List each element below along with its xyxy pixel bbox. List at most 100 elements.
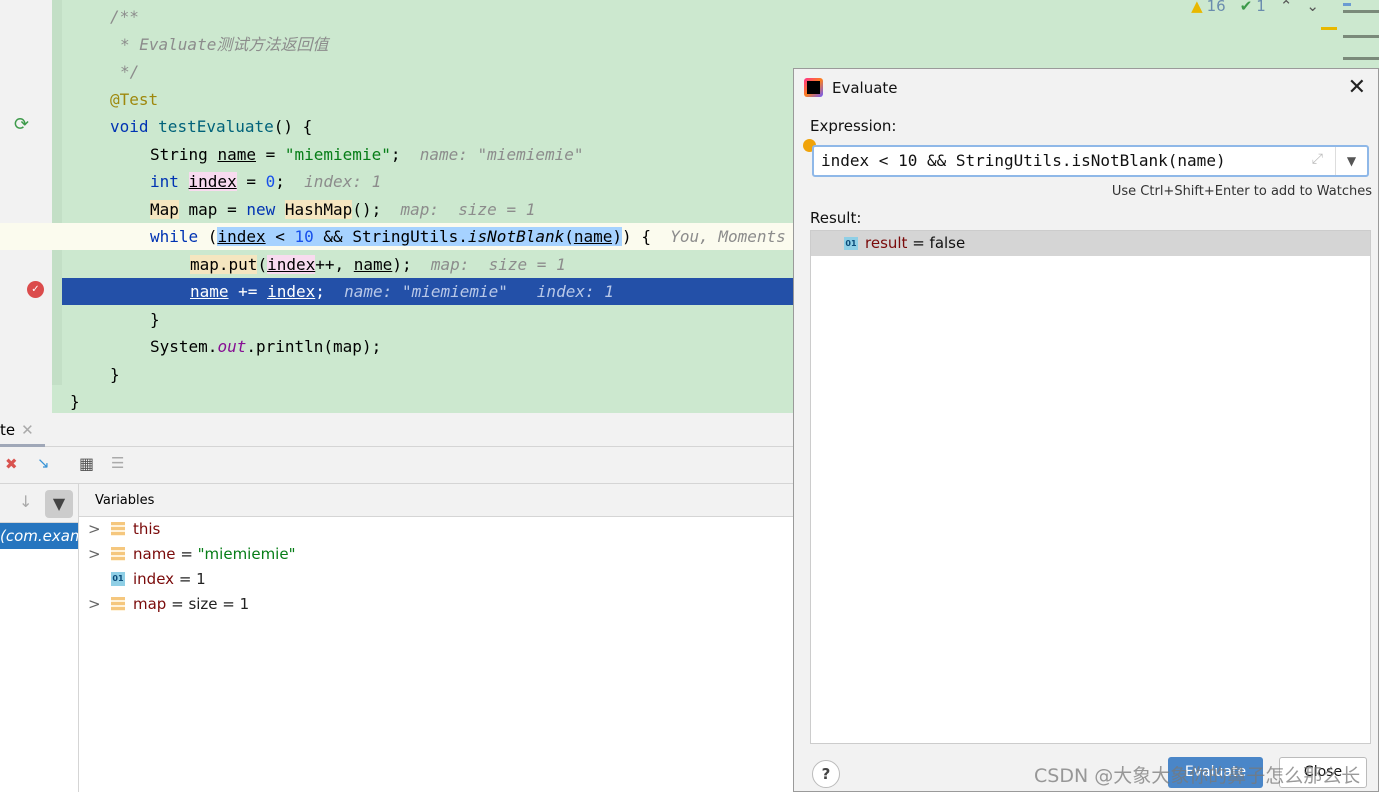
inspection-widget[interactable]: ▲ 16 ✔ 1 ⌃ ⌄ xyxy=(1191,0,1319,15)
equals: = xyxy=(166,595,189,613)
code-token: ; xyxy=(390,144,420,164)
object-icon xyxy=(111,522,125,536)
code-text: map.put(index++, name); map: size = 1 xyxy=(190,251,566,278)
code-line[interactable]: } xyxy=(0,306,793,333)
code-token: isNotBlank xyxy=(467,227,565,246)
code-line[interactable]: @Test xyxy=(0,86,793,113)
inline-value-hint: index: 1 xyxy=(304,172,382,191)
code-token: } xyxy=(70,392,80,411)
execution-line[interactable]: name += index; name: "miemiemie" index: … xyxy=(62,278,793,305)
frame-item[interactable]: (com.example xyxy=(0,523,78,549)
code-token: 0 xyxy=(265,172,276,191)
code-token: new xyxy=(246,199,285,219)
code-line[interactable]: int index = 0; index: 1 xyxy=(0,168,793,195)
code-line[interactable]: */ xyxy=(0,58,793,85)
inline-value-hint: name: "miemiemie" index: 1 xyxy=(344,282,614,301)
debug-toolbar: ✖ ↘ ▦ ☰ xyxy=(0,447,793,484)
code-token: ( xyxy=(564,227,574,246)
code-token: name xyxy=(573,227,613,246)
code-token: map.put xyxy=(190,254,258,274)
code-text: int index = 0; index: 1 xyxy=(150,168,381,195)
chevron-up-icon[interactable]: ⌃ xyxy=(1280,0,1293,15)
code-token: } xyxy=(150,309,160,329)
expand-arrow-icon[interactable]: > xyxy=(88,592,101,617)
dialog-title: Evaluate xyxy=(832,79,898,97)
variable-row[interactable]: > name = "miemiemie" xyxy=(79,542,793,567)
filter-icon[interactable]: ▼ xyxy=(45,490,73,518)
expression-text[interactable]: index < 10 && StringUtils.isNotBlank(nam… xyxy=(821,147,1226,175)
evaluate-button[interactable]: Evaluate xyxy=(1168,757,1263,788)
variables-panel: Variables > this > name = "miemiemie" 01 inde… xyxy=(79,484,793,792)
code-token: */ xyxy=(120,62,140,81)
code-token: index xyxy=(188,172,237,191)
tab-debug[interactable]: te ✕ xyxy=(0,413,45,447)
code-token: 10 xyxy=(294,227,314,246)
close-button[interactable]: Close xyxy=(1279,757,1367,788)
code-token: * Evaluate测试方法返回值 xyxy=(120,34,329,54)
chevron-down-icon[interactable]: ⌄ xyxy=(1306,0,1319,15)
code-text: } xyxy=(70,388,80,415)
code-token: Map xyxy=(150,199,179,219)
variable-row[interactable]: > this xyxy=(79,517,793,542)
code-line[interactable]: } xyxy=(0,388,793,415)
code-token: < xyxy=(265,227,295,246)
arrow-down-icon[interactable]: ↓ xyxy=(19,492,32,511)
debug-tab-bar: te ✕ xyxy=(0,413,793,447)
code-token: int xyxy=(150,172,189,191)
check-icon: ✔ xyxy=(1239,0,1253,15)
code-text: while (index < 10 && StringUtils.isNotBl… xyxy=(150,223,824,250)
tab-label: te xyxy=(0,421,16,439)
history-dropdown-button[interactable]: ▼ xyxy=(1335,147,1367,175)
result-name: result xyxy=(865,234,908,252)
variable-row[interactable]: > map = size = 1 xyxy=(79,592,793,617)
code-token: && StringUtils. xyxy=(313,227,468,246)
error-stripe[interactable] xyxy=(1321,0,1379,70)
code-text: name += index; name: "miemiemie" index: … xyxy=(190,278,614,305)
code-token: ) { xyxy=(622,227,671,246)
code-token: index xyxy=(267,254,316,274)
code-token: ); xyxy=(392,254,431,274)
breakpoint-icon[interactable]: ✓ xyxy=(27,281,44,298)
code-line[interactable]: * Evaluate测试方法返回值 xyxy=(0,31,793,58)
code-line[interactable]: void testEvaluate() { xyxy=(0,113,793,140)
primitive-icon: 01 xyxy=(111,572,125,586)
code-line[interactable]: Map map = new HashMap(); map: size = 1 xyxy=(0,196,793,223)
code-token: System. xyxy=(150,337,218,356)
code-line[interactable]: System.out.println(map); xyxy=(0,333,793,360)
variable-name: index xyxy=(133,570,175,588)
code-token: .println(map); xyxy=(246,337,382,356)
code-token: index xyxy=(267,282,316,301)
code-line[interactable]: } xyxy=(0,361,793,388)
variable-name: this xyxy=(133,520,161,538)
expression-input[interactable]: index < 10 && StringUtils.isNotBlank(nam… xyxy=(812,145,1369,177)
variable-value: 1 xyxy=(196,570,206,588)
calculator-icon[interactable]: ▦ xyxy=(79,454,94,473)
code-line[interactable]: String name = "miemiemie"; name: "miemie… xyxy=(0,141,793,168)
expand-arrow-icon[interactable]: > xyxy=(88,517,101,542)
result-label: Result: xyxy=(810,209,862,227)
frames-toolbar: ↓ ▼ xyxy=(0,484,78,523)
code-token: ; xyxy=(315,282,345,301)
trace-icon[interactable]: ☰ xyxy=(111,454,124,472)
current-line[interactable]: while (index < 10 && StringUtils.isNotBl… xyxy=(0,223,824,250)
help-button[interactable]: ? xyxy=(812,760,840,788)
variable-row[interactable]: 01 index = 1 xyxy=(79,567,793,592)
expression-label: Expression: xyxy=(810,117,897,135)
result-row[interactable]: 01 result = false xyxy=(811,231,1370,256)
step-into-icon[interactable]: ↘ xyxy=(37,454,50,472)
stop-icon[interactable]: ✖ xyxy=(5,455,18,473)
variables-header: Variables xyxy=(79,484,793,517)
code-token: ( xyxy=(207,227,218,246)
code-token: @Test xyxy=(110,89,159,109)
expand-arrow-icon[interactable]: > xyxy=(88,542,101,567)
code-token: testEvaluate xyxy=(158,117,274,136)
frames-panel: ↓ ▼ (com.example xyxy=(0,484,79,792)
close-icon[interactable]: ✕ xyxy=(1348,75,1366,100)
close-tab-icon[interactable]: ✕ xyxy=(21,421,34,439)
variables-list: > this > name = "miemiemie" 01 index = 1 > map … xyxy=(79,517,793,617)
expand-icon[interactable]: ⤢ xyxy=(1312,151,1323,167)
equals: = xyxy=(175,545,198,563)
result-tree: 01 result = false xyxy=(810,230,1371,744)
code-line[interactable]: map.put(index++, name); map: size = 1 xyxy=(0,251,793,278)
code-line[interactable]: /** xyxy=(0,3,793,30)
